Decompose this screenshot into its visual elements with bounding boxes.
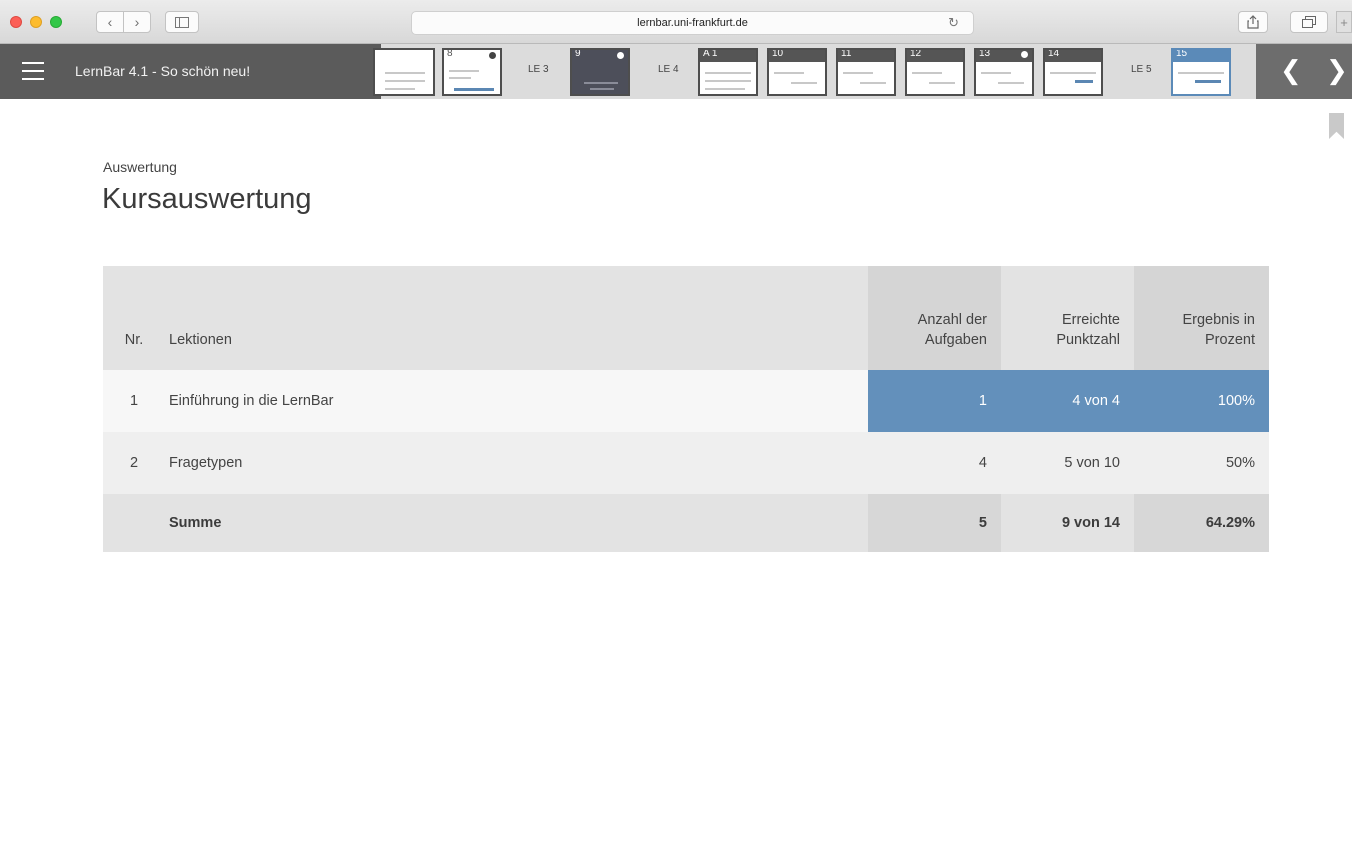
summary-label: Summe xyxy=(155,494,868,552)
column-header-lektionen: Lektionen xyxy=(155,266,868,370)
chevron-left-icon: ‹ xyxy=(107,14,113,30)
sidebar-icon xyxy=(175,16,189,28)
page-thumbnail[interactable]: 12 xyxy=(905,48,965,96)
bookmark-icon[interactable] xyxy=(1329,113,1344,139)
new-tab-button[interactable]: + xyxy=(1336,11,1352,33)
column-header-punktzahl: Erreichte Punktzahl xyxy=(1001,266,1134,370)
page-thumbnail[interactable]: 14 xyxy=(1043,48,1103,96)
url-text: lernbar.uni-frankfurt.de xyxy=(637,17,748,29)
cell-ergebnis: 100% xyxy=(1134,370,1269,432)
lesson-label: LE 4 xyxy=(658,64,679,75)
browser-forward-button[interactable]: › xyxy=(123,11,151,33)
plus-icon: + xyxy=(1340,14,1348,30)
cell-nr: 1 xyxy=(103,370,155,432)
cell-ergebnis: 50% xyxy=(1134,432,1269,494)
cell-anzahl: 4 xyxy=(868,432,1001,494)
page-thumbnail[interactable]: A 1 xyxy=(698,48,758,96)
chevron-left-icon[interactable]: ❮ xyxy=(1280,57,1302,83)
page-thumbnail-active[interactable]: 15 xyxy=(1171,48,1231,96)
menu-icon[interactable] xyxy=(22,62,44,80)
sidebar-toggle-button[interactable] xyxy=(165,11,199,33)
minimize-window-button[interactable] xyxy=(30,16,42,28)
summary-ergebnis: 64.29% xyxy=(1134,494,1269,552)
page-thumbnail[interactable]: 13 xyxy=(974,48,1034,96)
tabs-icon xyxy=(1302,16,1316,28)
cell-punktzahl: 5 von 10 xyxy=(1001,432,1134,494)
cell-nr: 2 xyxy=(103,432,155,494)
reload-icon[interactable]: ↻ xyxy=(948,15,959,31)
chevron-right-icon[interactable]: ❯ xyxy=(1326,57,1348,83)
table-header-row: Nr. Lektionen Anzahl der Aufgaben Erreich… xyxy=(103,266,1269,370)
show-tabs-button[interactable] xyxy=(1290,11,1328,33)
lesson-label: LE 5 xyxy=(1131,64,1152,75)
cell-anzahl: 1 xyxy=(868,370,1001,432)
app-header: LernBar 4.1 - So schön neu! 8 LE 3 9 LE … xyxy=(0,44,1352,99)
close-window-button[interactable] xyxy=(10,16,22,28)
page-thumbnail[interactable] xyxy=(373,48,435,96)
cell-lektion: Fragetypen xyxy=(155,432,868,494)
lesson-label: LE 3 xyxy=(528,64,549,75)
summary-punktzahl: 9 von 14 xyxy=(1001,494,1134,552)
column-header-ergebnis: Ergebnis in Prozent xyxy=(1134,266,1269,370)
address-bar[interactable]: lernbar.uni-frankfurt.de ↻ xyxy=(411,11,974,35)
page-thumbnail[interactable]: 11 xyxy=(836,48,896,96)
summary-anzahl: 5 xyxy=(868,494,1001,552)
page-navigation: ❮ ❯ xyxy=(1256,44,1352,99)
browser-back-button[interactable]: ‹ xyxy=(96,11,124,33)
cell-lektion: Einführung in die LernBar xyxy=(155,370,868,432)
chevron-right-icon: › xyxy=(134,14,140,30)
browser-toolbar: ‹ › lernbar.uni-frankfurt.de ↻ + xyxy=(0,0,1352,44)
share-icon xyxy=(1247,15,1259,29)
app-title: LernBar 4.1 - So schön neu! xyxy=(75,63,251,79)
page-thumbnail[interactable]: 9 xyxy=(570,48,630,96)
page-thumbnail[interactable]: 8 xyxy=(442,48,502,96)
column-header-anzahl: Anzahl der Aufgaben xyxy=(868,266,1001,370)
page-thumbnail-strip: 8 LE 3 9 LE 4 A 1 10 11 12 13 14 LE 5 15 xyxy=(373,44,1256,99)
page-title: Kursauswertung xyxy=(102,183,312,215)
results-table: Nr. Lektionen Anzahl der Aufgaben Erreich… xyxy=(103,266,1269,552)
column-header-nr: Nr. xyxy=(103,266,155,370)
table-row: 1 Einführung in die LernBar 1 4 von 4 10… xyxy=(103,370,1269,432)
page-thumbnail[interactable]: 10 xyxy=(767,48,827,96)
breadcrumb: Auswertung xyxy=(103,159,177,175)
summary-row: Summe 5 9 von 14 64.29% xyxy=(103,494,1269,552)
table-row: 2 Fragetypen 4 5 von 10 50% xyxy=(103,432,1269,494)
zoom-window-button[interactable] xyxy=(50,16,62,28)
cell-punktzahl: 4 von 4 xyxy=(1001,370,1134,432)
share-button[interactable] xyxy=(1238,11,1268,33)
